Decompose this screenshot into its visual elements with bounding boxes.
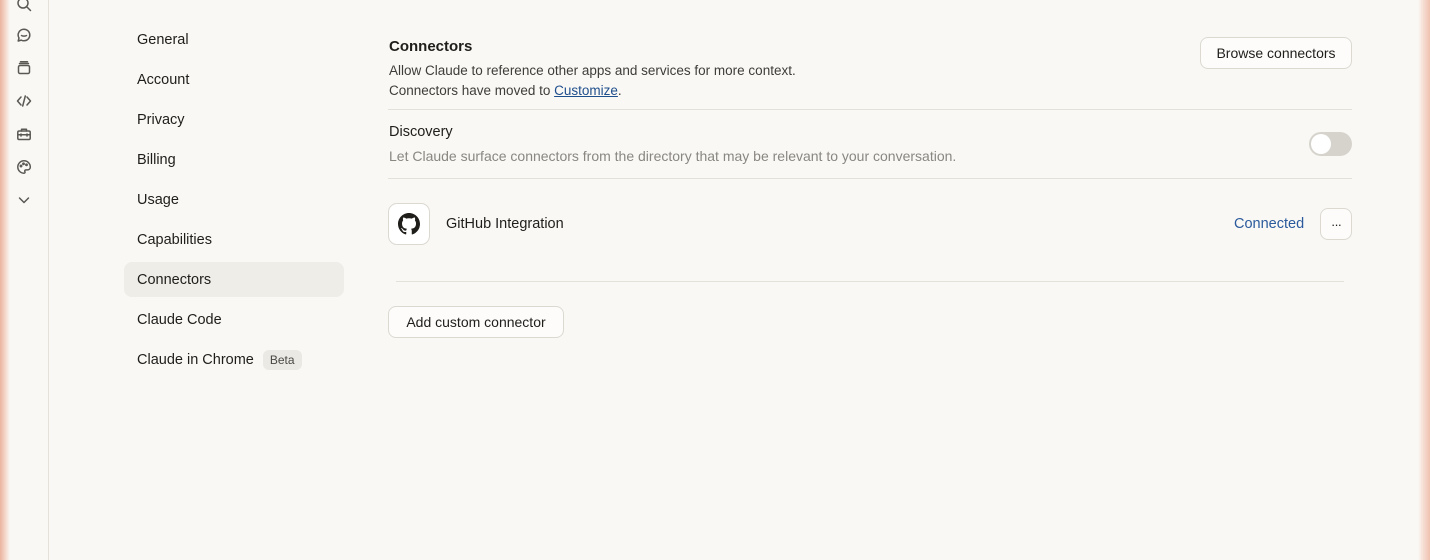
nav-item-claude-in-chrome[interactable]: Claude in Chrome Beta [124,342,344,377]
palette-icon[interactable] [14,157,34,177]
window-edge-right [1418,0,1430,560]
nav-item-account[interactable]: Account [124,62,344,97]
nav-item-privacy[interactable]: Privacy [124,102,344,137]
beta-badge: Beta [262,349,302,370]
nav-item-label: General [137,31,189,48]
nav-item-label: Billing [137,151,176,168]
divider [396,281,1344,282]
nav-item-label: Privacy [137,111,185,128]
nav-item-label: Usage [137,191,179,208]
nav-item-label: Capabilities [137,231,212,248]
divider [388,109,1352,110]
nav-item-label: Connectors [137,271,212,288]
code-icon[interactable] [14,91,34,111]
moved-suffix: . [617,83,622,98]
nav-item-claude-code[interactable]: Claude Code [124,302,344,337]
toolbox-icon[interactable] [14,124,34,144]
customize-link[interactable]: Customize [554,83,618,98]
nav-item-billing[interactable]: Billing [124,142,344,177]
browse-connectors-button[interactable]: Browse connectors [1200,37,1352,69]
nav-item-general[interactable]: General [124,22,344,57]
chevron-down-icon[interactable] [14,190,34,210]
search-icon[interactable] [14,0,34,14]
moved-prefix: Connectors have moved to [389,83,555,98]
chat-icon[interactable] [14,25,34,45]
settings-nav: General Account Privacy Billing Usage Ca… [124,22,344,382]
discovery-toggle[interactable] [1309,132,1352,156]
nav-item-label: Claude in Chrome [137,351,254,368]
nav-item-connectors[interactable]: Connectors [124,262,344,297]
integration-name: GitHub Integration [446,216,564,232]
nav-item-label: Claude Code [137,311,222,328]
discovery-title: Discovery [389,124,453,140]
more-options-button[interactable]: ··· [1320,208,1352,240]
nav-item-label: Account [137,71,190,88]
divider [388,178,1352,179]
github-icon [388,203,430,245]
nav-item-capabilities[interactable]: Capabilities [124,222,344,257]
projects-icon[interactable] [14,58,34,78]
add-custom-connector-button[interactable]: Add custom connector [388,306,564,338]
moved-notice: Connectors have moved to Customize. [389,81,622,101]
icon-rail [0,0,49,560]
section-title: Connectors [389,38,473,55]
section-description: Allow Claude to reference other apps and… [389,63,796,78]
connected-status[interactable]: Connected [1234,216,1304,232]
nav-item-usage[interactable]: Usage [124,182,344,217]
discovery-description: Let Claude surface connectors from the d… [389,148,957,164]
toggle-knob [1311,134,1331,154]
